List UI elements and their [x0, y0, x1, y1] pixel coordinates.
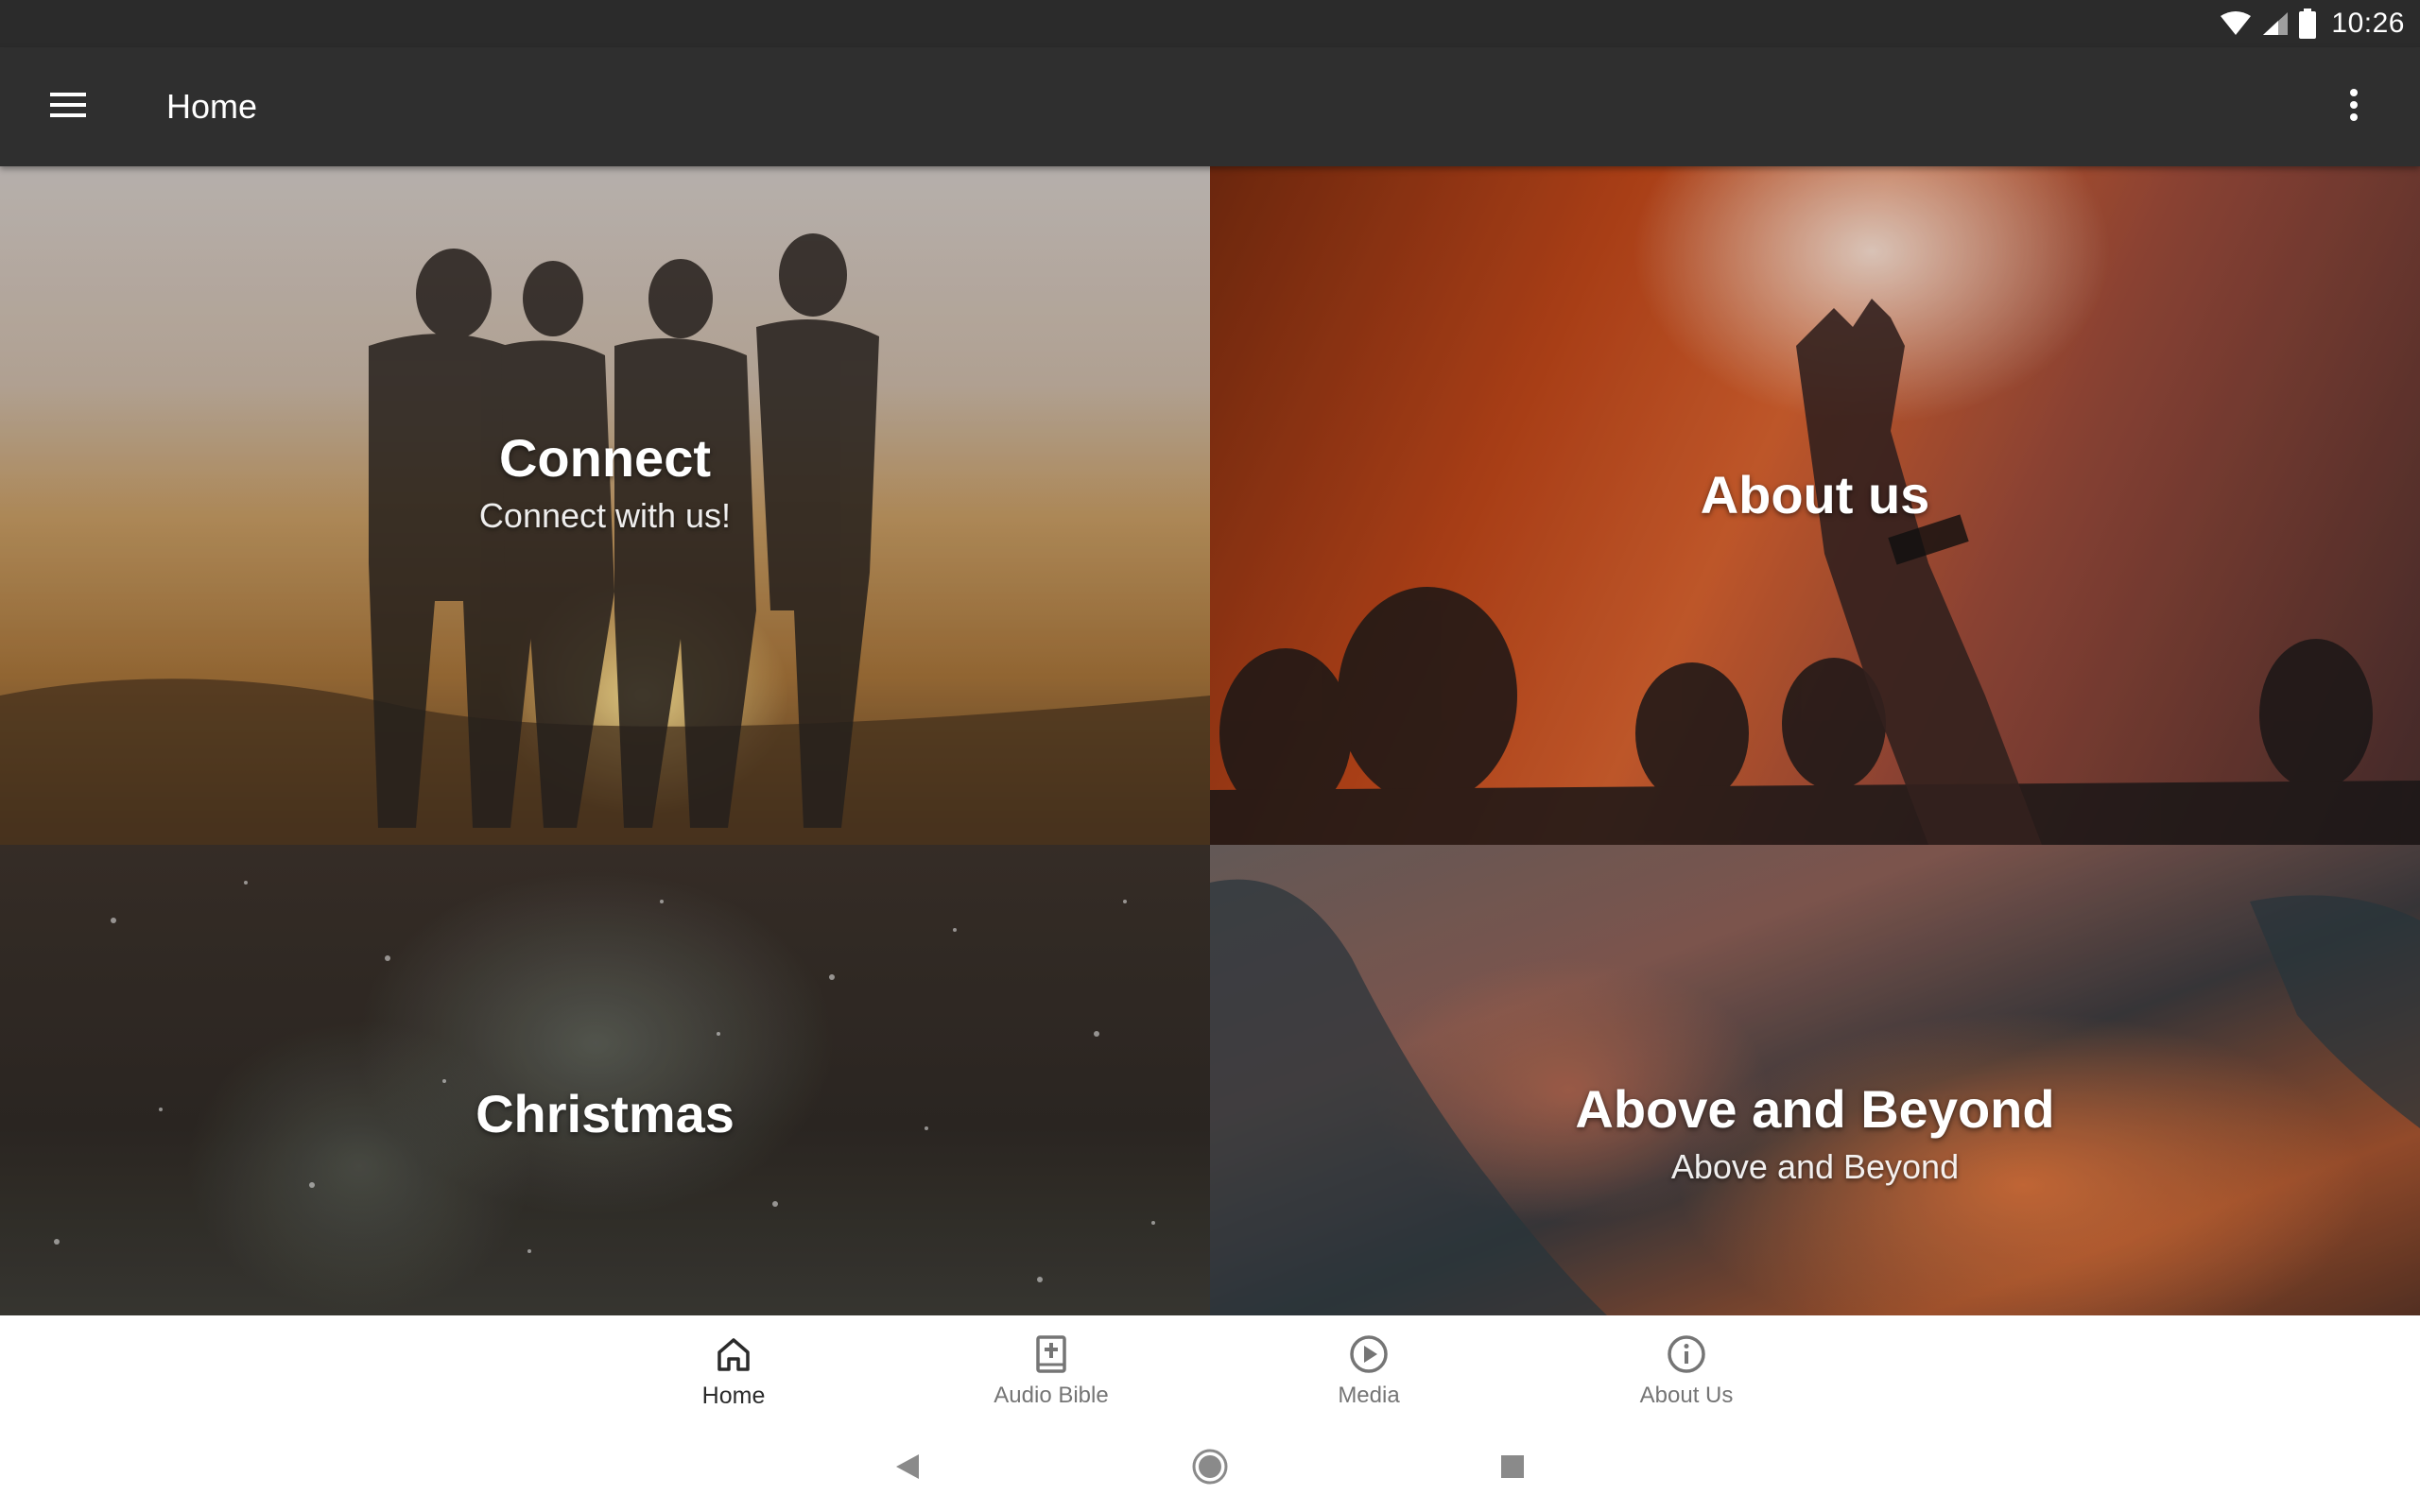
tile-christmas[interactable]: Christmas: [0, 845, 1210, 1315]
info-icon: [1667, 1332, 1706, 1377]
tile-about-us-text: About us: [1701, 464, 1930, 525]
system-navigation-bar: [0, 1425, 2420, 1512]
tile-title: Christmas: [475, 1083, 735, 1143]
play-circle-icon: [1349, 1332, 1389, 1377]
tile-title: About us: [1700, 464, 1930, 524]
hamburger-menu-icon: [50, 92, 86, 123]
nav-label: About Us: [1639, 1383, 1734, 1408]
system-back-button[interactable]: [870, 1431, 945, 1506]
menu-button[interactable]: [40, 78, 96, 135]
tile-above-and-beyond-text: Above and Beyond Above and Beyond: [1575, 1078, 2054, 1187]
nav-item-about-us[interactable]: About Us: [1528, 1315, 1845, 1425]
battery-icon: [2299, 9, 2317, 39]
page-title: Home: [166, 87, 258, 126]
bottom-navigation: Home Audio Bible Media About Us: [0, 1315, 2420, 1425]
snow-trees-image: [54, 881, 1155, 1282]
home-circle-icon: [1191, 1448, 1229, 1490]
status-clock: 10:26: [2331, 8, 2405, 39]
status-bar: 10:26: [0, 0, 2420, 47]
nav-label: Home: [701, 1382, 766, 1409]
tile-christmas-text: Christmas: [475, 1083, 735, 1144]
wifi-icon: [2220, 10, 2252, 37]
nav-label: Media: [1338, 1383, 1400, 1408]
signal-icon: [2261, 10, 2290, 37]
back-icon: [894, 1452, 921, 1486]
nav-item-media[interactable]: Media: [1210, 1315, 1528, 1425]
tile-subtitle: Connect with us!: [478, 495, 732, 535]
overflow-menu-button[interactable]: [2325, 78, 2382, 135]
tile-above-and-beyond[interactable]: Above and Beyond Above and Beyond: [1210, 845, 2420, 1315]
system-home-button[interactable]: [1172, 1431, 1248, 1506]
screen: 10:26 Home Connect Connect with us! Abou…: [0, 0, 2420, 1512]
bible-icon: [1032, 1332, 1070, 1377]
tile-subtitle: Above and Beyond: [1670, 1146, 1960, 1186]
tile-title: Connect: [498, 427, 711, 488]
nav-item-home[interactable]: Home: [575, 1315, 892, 1425]
tile-title: Above and Beyond: [1575, 1078, 2055, 1139]
more-vertical-icon: [2349, 88, 2359, 126]
recents-icon: [1499, 1453, 1526, 1485]
tile-about-us[interactable]: About us: [1210, 166, 2420, 845]
tile-connect-text: Connect Connect with us!: [479, 427, 731, 536]
nav-label: Audio Bible: [994, 1383, 1109, 1408]
app-bar: Home: [0, 47, 2420, 166]
tile-connect[interactable]: Connect Connect with us!: [0, 166, 1210, 845]
home-icon: [715, 1332, 752, 1377]
nav-item-audio-bible[interactable]: Audio Bible: [892, 1315, 1210, 1425]
status-icons: 10:26: [2220, 0, 2405, 47]
system-recents-button[interactable]: [1475, 1431, 1550, 1506]
